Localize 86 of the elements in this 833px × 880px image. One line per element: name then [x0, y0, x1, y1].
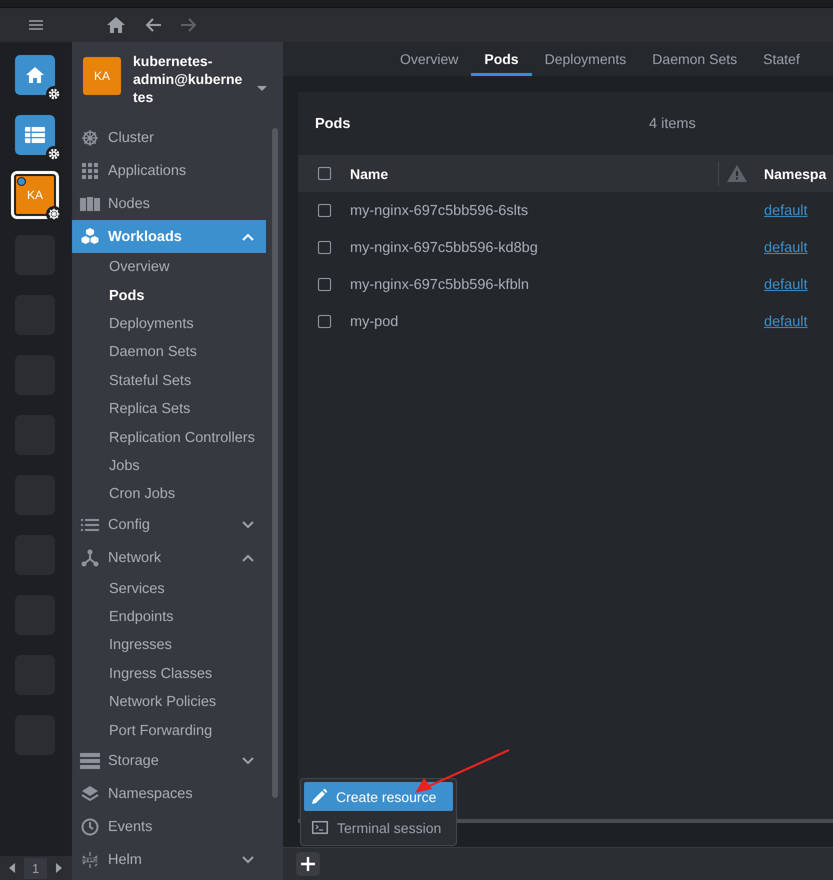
row-checkbox[interactable]	[318, 204, 331, 217]
catalog-tile[interactable]	[15, 115, 55, 155]
clock-icon	[81, 818, 99, 836]
cluster-name[interactable]: kubernetes-admin@kubernetes	[133, 52, 245, 106]
chevron-down-icon[interactable]	[242, 757, 254, 766]
sidebar-subitem[interactable]: Port Forwarding	[72, 716, 266, 745]
pencil-icon	[312, 789, 327, 804]
sidebar-subitem[interactable]: Pods	[72, 281, 266, 310]
sidebar-item[interactable]: Storage	[72, 744, 266, 778]
sidebar-item[interactable]: Helm	[72, 844, 266, 877]
sidebar-subitem[interactable]: Endpoints	[72, 602, 266, 632]
sidebar-subitem[interactable]: Overview	[72, 253, 266, 282]
sidebar-item[interactable]: Config	[72, 508, 266, 542]
column-header[interactable]: Namespa	[764, 166, 833, 182]
menu-item[interactable]: Create resource	[304, 782, 453, 811]
sidebar-item[interactable]: Events	[72, 810, 266, 844]
terminal-icon	[312, 821, 328, 834]
cubes-icon	[81, 228, 99, 245]
dropdown-caret-icon[interactable]	[257, 86, 267, 91]
namespace-link[interactable]: default	[764, 276, 833, 292]
sidebar-subitem[interactable]: Cron Jobs	[72, 480, 266, 509]
panel-title: Pods	[315, 116, 352, 132]
sidebar-item[interactable]: Applications	[72, 154, 266, 187]
warning-icon	[727, 165, 747, 182]
sidebar-item[interactable]: Cluster	[72, 121, 266, 154]
storage-icon	[80, 753, 100, 770]
tab[interactable]: Daemon Sets	[639, 42, 750, 76]
home-tile[interactable]	[15, 55, 55, 95]
list-icon	[81, 519, 99, 532]
back-arrow-icon[interactable]	[144, 17, 162, 33]
sidebar-subitem[interactable]: Replication Controllers	[72, 423, 266, 452]
row-checkbox[interactable]	[318, 241, 331, 254]
namespace-link[interactable]: default	[764, 240, 833, 256]
helm-wheel-icon	[48, 208, 60, 220]
gear-icon	[48, 88, 60, 100]
sidebar-subitem[interactable]: Network Policies	[72, 688, 266, 716]
select-all-checkbox[interactable]	[318, 167, 331, 180]
item-count: 4 items	[649, 116, 696, 132]
sidebar-subitem[interactable]: Deployments	[72, 310, 266, 338]
chevron-up-icon[interactable]	[242, 554, 254, 562]
pod-name[interactable]: my-pod	[350, 314, 718, 330]
sidebar-item[interactable]: Namespaces	[72, 778, 266, 811]
sidebar-subitem[interactable]: Jobs	[72, 452, 266, 480]
grid-icon	[82, 162, 98, 178]
pod-name[interactable]: my-nginx-697c5bb596-6slts	[350, 202, 718, 218]
helm-logo-icon	[80, 850, 100, 870]
sidebar-subitem[interactable]: Daemon Sets	[72, 338, 266, 367]
home-icon	[25, 66, 45, 84]
layers-icon	[81, 785, 99, 804]
home-icon[interactable]	[106, 16, 126, 34]
row-checkbox[interactable]	[318, 278, 331, 291]
namespace-link[interactable]: default	[764, 202, 833, 218]
sidebar-item[interactable]: Workloads	[72, 220, 266, 253]
sidebar-item[interactable]: Network	[72, 542, 266, 575]
previous-icon[interactable]	[9, 863, 15, 873]
helm-wheel-icon	[81, 128, 99, 146]
pod-name[interactable]: my-nginx-697c5bb596-kd8bg	[350, 240, 718, 256]
tab[interactable]: Deployments	[532, 42, 640, 76]
sidebar-subitem[interactable]: Ingress Classes	[72, 660, 266, 688]
network-icon	[81, 549, 99, 568]
gear-icon	[48, 148, 60, 160]
tab[interactable]: Overview	[387, 42, 472, 76]
sidebar-subitem[interactable]: Replica Sets	[72, 394, 266, 424]
page-number: 1	[24, 858, 48, 878]
column-header[interactable]: Name	[350, 166, 718, 182]
chevron-down-icon[interactable]	[242, 856, 254, 864]
sidebar-item[interactable]: Nodes	[72, 187, 266, 220]
chevron-down-icon[interactable]	[242, 521, 254, 530]
add-button[interactable]	[296, 852, 320, 876]
sidebar-subitem[interactable]: Stateful Sets	[72, 366, 266, 395]
cluster-tile[interactable]: KA	[11, 171, 59, 219]
namespace-link[interactable]: default	[764, 314, 833, 330]
sidebar-subitem[interactable]: Services	[72, 574, 266, 603]
tab[interactable]: Statef	[750, 42, 813, 76]
plus-icon	[301, 857, 315, 871]
tab[interactable]: Pods	[471, 42, 532, 76]
cluster-avatar: KA	[83, 57, 121, 95]
servers-icon	[80, 196, 100, 210]
status-dot-icon	[17, 177, 26, 186]
next-icon[interactable]	[56, 863, 62, 873]
menu-icon[interactable]	[29, 20, 43, 30]
sidebar-subitem[interactable]: Ingresses	[72, 631, 266, 660]
row-checkbox[interactable]	[318, 315, 331, 328]
table-icon	[25, 127, 45, 143]
pod-name[interactable]: my-nginx-697c5bb596-kfbln	[350, 276, 718, 292]
menu-item[interactable]: Terminal session	[304, 813, 453, 842]
